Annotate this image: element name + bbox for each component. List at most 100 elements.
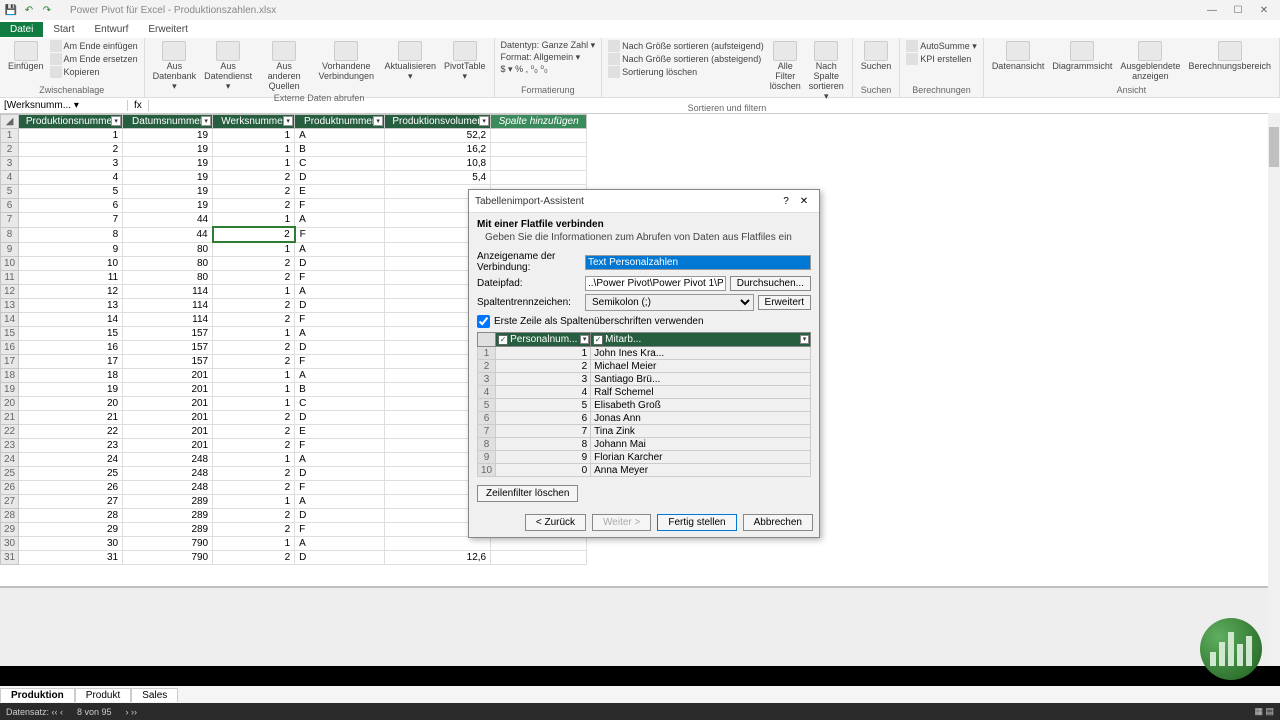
col-produktionsvolumen[interactable]: Produktionsvolumen▾: [385, 115, 491, 129]
autosum-button[interactable]: AutoSumme ▾: [906, 40, 977, 52]
record-nav-fwd[interactable]: › ››: [126, 707, 138, 717]
calc-area-button[interactable]: Berechnungsbereich: [1186, 40, 1273, 73]
cell[interactable]: 1: [213, 453, 295, 467]
cell[interactable]: F: [295, 523, 385, 537]
cell[interactable]: C: [295, 157, 385, 171]
existing-conn-button[interactable]: Vorhandene Verbindungen: [314, 40, 378, 83]
cell[interactable]: 20: [19, 397, 123, 411]
cell[interactable]: 2: [213, 467, 295, 481]
row-header[interactable]: 19: [1, 383, 19, 397]
cell[interactable]: F: [295, 439, 385, 453]
cell[interactable]: 10,8: [385, 157, 491, 171]
cell[interactable]: 19: [123, 157, 213, 171]
cancel-button[interactable]: Abbrechen: [743, 514, 813, 531]
cell[interactable]: 1: [213, 157, 295, 171]
row-header[interactable]: 3: [1, 157, 19, 171]
col-add[interactable]: Spalte hinzufügen: [491, 115, 587, 129]
preview-cell[interactable]: Santiago Brü...: [591, 373, 811, 386]
from-db-button[interactable]: Aus Datenbank ▾: [151, 40, 199, 93]
chevron-down-icon[interactable]: ▾: [201, 116, 211, 126]
row-header[interactable]: 23: [1, 439, 19, 453]
cell[interactable]: B: [295, 143, 385, 157]
row-header[interactable]: 29: [1, 523, 19, 537]
cell[interactable]: 201: [123, 397, 213, 411]
row-header[interactable]: 9: [1, 242, 19, 257]
cell[interactable]: [491, 171, 587, 185]
cell[interactable]: 114: [123, 285, 213, 299]
cell[interactable]: [491, 537, 587, 551]
close-icon[interactable]: ✕: [795, 193, 813, 209]
cell[interactable]: 30: [19, 537, 123, 551]
row-header[interactable]: 1: [1, 129, 19, 143]
preview-cell[interactable]: Anna Meyer: [591, 464, 811, 477]
row-header[interactable]: 15: [1, 327, 19, 341]
name-box[interactable]: [Werksnumm... ▾: [0, 100, 128, 111]
clear-filters-button[interactable]: Alle Filter löschen: [768, 40, 803, 93]
row-header[interactable]: 8: [1, 227, 19, 242]
cell[interactable]: A: [295, 537, 385, 551]
col-datumsnummer[interactable]: Datumsnummer▾: [123, 115, 213, 129]
filepath-input[interactable]: [585, 276, 726, 291]
preview-cell[interactable]: 5: [496, 399, 591, 412]
preview-table[interactable]: ✓Personalnum...▾ ✓Mitarb...▾ 11John Ines…: [477, 332, 811, 477]
maximize-button[interactable]: ☐: [1226, 2, 1250, 18]
tab-entwurf[interactable]: Entwurf: [84, 22, 138, 37]
cell[interactable]: 157: [123, 341, 213, 355]
separator-select[interactable]: Semikolon (;): [585, 294, 754, 311]
preview-col-personalnummer[interactable]: ✓Personalnum...▾: [496, 333, 591, 347]
chevron-down-icon[interactable]: ▾: [580, 335, 589, 344]
cell[interactable]: 80: [123, 271, 213, 285]
cell[interactable]: 1: [213, 397, 295, 411]
cell[interactable]: 23: [19, 439, 123, 453]
cell[interactable]: [491, 143, 587, 157]
cell[interactable]: 11: [19, 271, 123, 285]
cell[interactable]: D: [295, 411, 385, 425]
preview-cell[interactable]: 8: [496, 438, 591, 451]
advanced-button[interactable]: Erweitert: [758, 295, 811, 310]
cell[interactable]: E: [295, 185, 385, 199]
scrollbar-thumb[interactable]: [1269, 127, 1279, 167]
cell[interactable]: A: [295, 369, 385, 383]
cell[interactable]: 21: [19, 411, 123, 425]
preview-cell[interactable]: Tina Zink: [591, 425, 811, 438]
cell[interactable]: 2: [213, 355, 295, 369]
cell[interactable]: 114: [123, 299, 213, 313]
cell[interactable]: F: [295, 355, 385, 369]
row-header[interactable]: 24: [1, 453, 19, 467]
preview-cell[interactable]: 1: [496, 347, 591, 360]
cell[interactable]: 1: [213, 495, 295, 509]
cell[interactable]: 29: [19, 523, 123, 537]
cell[interactable]: 18: [19, 369, 123, 383]
cell[interactable]: D: [295, 257, 385, 271]
cell[interactable]: 2: [213, 227, 295, 242]
cell[interactable]: 19: [19, 383, 123, 397]
cell[interactable]: 9: [19, 242, 123, 257]
chevron-down-icon[interactable]: ▾: [373, 116, 383, 126]
cell[interactable]: 13: [19, 299, 123, 313]
chevron-down-icon[interactable]: ▾: [479, 116, 489, 126]
cell[interactable]: 16: [19, 341, 123, 355]
pivottable-button[interactable]: PivotTable ▾: [442, 40, 488, 83]
cell[interactable]: 157: [123, 355, 213, 369]
cell[interactable]: 201: [123, 411, 213, 425]
cell[interactable]: 8: [19, 227, 123, 242]
cell[interactable]: 157: [123, 327, 213, 341]
row-header[interactable]: 30: [1, 537, 19, 551]
dialog-titlebar[interactable]: Tabellenimport-Assistent ? ✕: [469, 190, 819, 213]
corner-cell[interactable]: ◢: [1, 115, 19, 129]
cell[interactable]: 19: [123, 199, 213, 213]
checkbox-icon[interactable]: ✓: [498, 335, 508, 345]
cell[interactable]: 1: [213, 537, 295, 551]
cell[interactable]: 44: [123, 213, 213, 228]
chevron-down-icon[interactable]: ▾: [111, 116, 121, 126]
cell[interactable]: 24: [19, 453, 123, 467]
checkbox-icon[interactable]: ✓: [593, 335, 603, 345]
cell[interactable]: 2: [213, 271, 295, 285]
cell[interactable]: 2: [213, 199, 295, 213]
vertical-scrollbar[interactable]: [1268, 113, 1280, 665]
cell[interactable]: D: [295, 171, 385, 185]
row-header[interactable]: 12: [1, 285, 19, 299]
preview-cell[interactable]: 9: [496, 451, 591, 464]
row-header[interactable]: 25: [1, 467, 19, 481]
row-header[interactable]: 7: [1, 213, 19, 228]
